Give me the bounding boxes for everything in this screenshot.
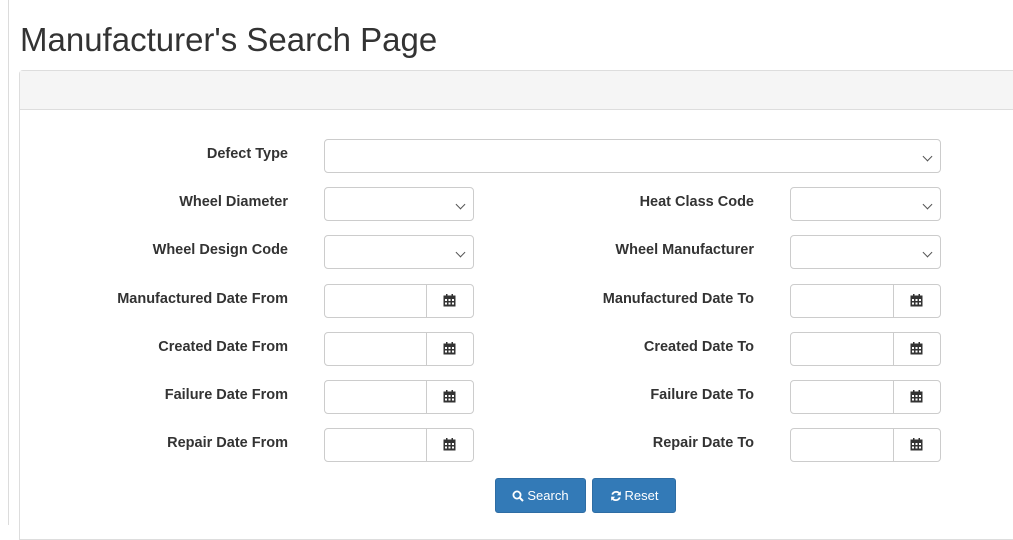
- calendar-icon: [443, 438, 456, 451]
- calendar-icon: [910, 438, 923, 451]
- manufactured-date-to-calendar-button[interactable]: [893, 285, 940, 317]
- repair-date-to-calendar-button[interactable]: [893, 429, 940, 461]
- calendar-icon: [910, 294, 923, 307]
- repair-date-to-input[interactable]: [791, 429, 893, 461]
- manufactured-date-to-label: Manufactured Date To: [602, 291, 754, 307]
- wheel-diameter-label: Wheel Diameter: [179, 194, 288, 210]
- wheel-diameter-select[interactable]: [324, 187, 474, 221]
- manufactured-date-to-group: [790, 284, 941, 318]
- created-date-to-input[interactable]: [791, 333, 893, 365]
- wheel-design-code-select[interactable]: [324, 235, 474, 269]
- repair-date-to-label: Repair Date To: [652, 435, 754, 451]
- chevron-down-icon: [922, 151, 933, 162]
- heat-class-code-select[interactable]: [790, 187, 941, 221]
- repair-date-from-input[interactable]: [325, 429, 427, 461]
- wheel-design-code-label: Wheel Design Code: [152, 242, 288, 258]
- repair-date-from-group: [324, 428, 474, 462]
- manufactured-date-from-group: [324, 284, 474, 318]
- defect-type-select[interactable]: [324, 139, 941, 173]
- calendar-icon: [443, 390, 456, 403]
- chevron-down-icon: [455, 247, 466, 258]
- repair-date-to-group: [790, 428, 941, 462]
- created-date-from-group: [324, 332, 474, 366]
- created-date-to-label: Created Date To: [643, 339, 754, 355]
- failure-date-to-input[interactable]: [791, 381, 893, 413]
- manufactured-date-from-input[interactable]: [325, 285, 427, 317]
- created-date-from-calendar-button[interactable]: [426, 333, 473, 365]
- calendar-icon: [910, 390, 923, 403]
- failure-date-to-group: [790, 380, 941, 414]
- reset-button[interactable]: Reset: [592, 478, 676, 513]
- failure-date-from-input[interactable]: [325, 381, 427, 413]
- heat-class-code-label: Heat Class Code: [639, 194, 754, 210]
- manufactured-date-from-calendar-button[interactable]: [426, 285, 473, 317]
- manufactured-date-to-input[interactable]: [791, 285, 893, 317]
- created-date-from-input[interactable]: [325, 333, 427, 365]
- manufactured-date-from-label: Manufactured Date From: [117, 291, 288, 307]
- failure-date-to-label: Failure Date To: [650, 387, 754, 403]
- chevron-down-icon: [922, 247, 933, 258]
- calendar-icon: [443, 342, 456, 355]
- search-button[interactable]: Search: [495, 478, 586, 513]
- failure-date-to-calendar-button[interactable]: [893, 381, 940, 413]
- repair-date-from-label: Repair Date From: [167, 435, 288, 451]
- chevron-down-icon: [922, 199, 933, 210]
- search-icon: [512, 490, 525, 502]
- created-date-to-calendar-button[interactable]: [893, 333, 940, 365]
- refresh-icon: [610, 491, 621, 501]
- created-date-to-group: [790, 332, 941, 366]
- failure-date-from-label: Failure Date From: [164, 387, 288, 403]
- reset-button-label: Reset: [624, 488, 659, 503]
- wheel-manufacturer-label: Wheel Manufacturer: [615, 242, 754, 258]
- wheel-manufacturer-select[interactable]: [790, 235, 941, 269]
- panel-heading: [20, 71, 1013, 110]
- failure-date-from-calendar-button[interactable]: [426, 381, 473, 413]
- search-button-label: Search: [527, 488, 569, 503]
- calendar-icon: [443, 294, 456, 307]
- failure-date-from-group: [324, 380, 474, 414]
- page-title: Manufacturer's Search Page: [20, 21, 438, 58]
- created-date-from-label: Created Date From: [158, 339, 288, 355]
- defect-type-label: Defect Type: [206, 146, 288, 162]
- repair-date-from-calendar-button[interactable]: [426, 429, 473, 461]
- chevron-down-icon: [455, 199, 466, 210]
- calendar-icon: [910, 342, 923, 355]
- left-border: [8, 0, 9, 525]
